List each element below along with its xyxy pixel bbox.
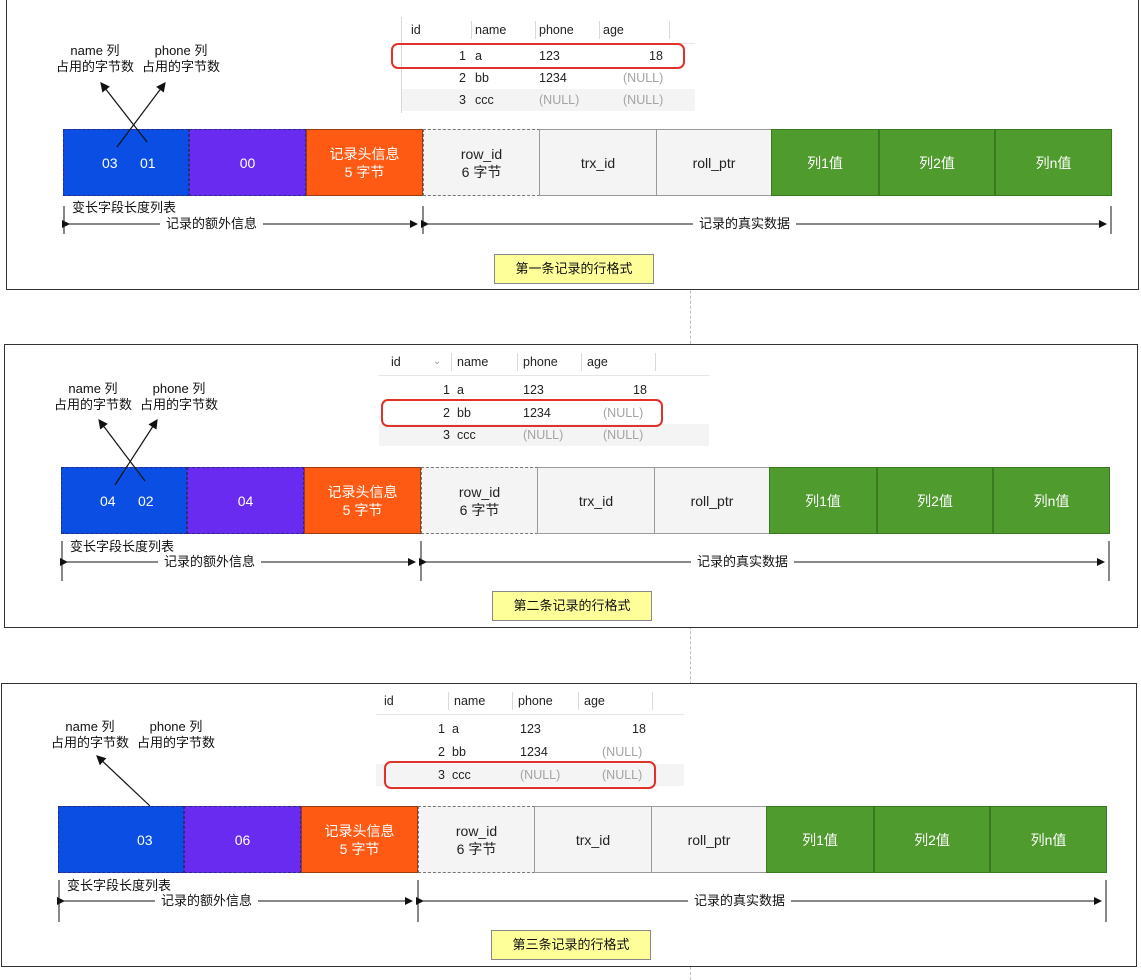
record-1-panel: id name phone age 1 a 123 18 2 bb 1234 (… <box>6 0 1139 290</box>
extra-info-label: 记录的额外信息 <box>160 216 264 232</box>
extra-info-label: 记录的额外信息 <box>155 893 259 909</box>
extra-info-label: 记录的额外信息 <box>158 554 262 570</box>
real-data-label: 记录的真实数据 <box>688 893 792 909</box>
record-caption: 第三条记录的行格式 <box>491 930 651 960</box>
record-3-panel: id name phone age 1 a 123 18 2 bb 1234 (… <box>1 683 1137 967</box>
record-caption: 第二条记录的行格式 <box>492 591 652 621</box>
record-caption: 第一条记录的行格式 <box>494 254 654 284</box>
real-data-label: 记录的真实数据 <box>691 554 795 570</box>
arrows-overlay <box>57 755 1107 922</box>
record-2-panel: id ⌄ name phone age 1 a 123 18 2 bb 1234… <box>4 344 1138 628</box>
arrows-overlay <box>62 82 1112 234</box>
arrows-overlay <box>60 418 1110 581</box>
real-data-label: 记录的真实数据 <box>693 216 797 232</box>
